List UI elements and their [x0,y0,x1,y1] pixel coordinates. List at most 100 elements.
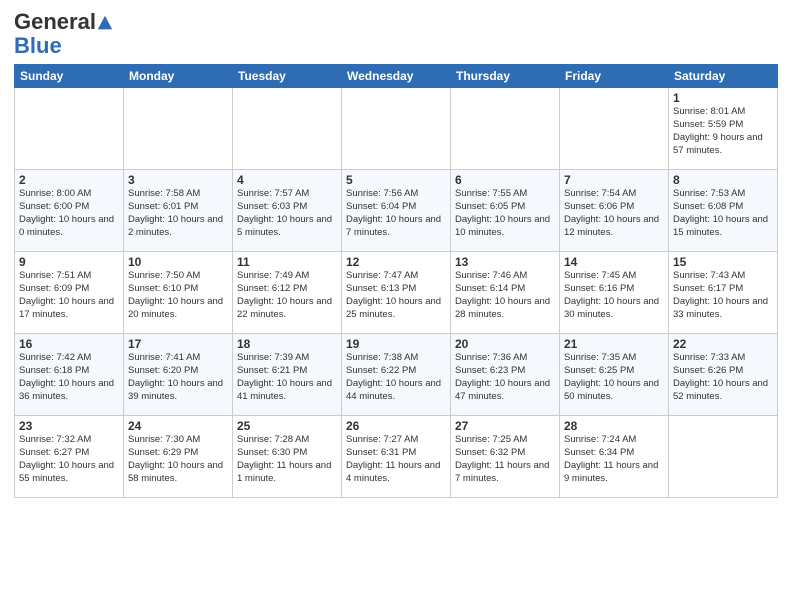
day-number: 11 [237,255,337,269]
calendar-cell [15,88,124,170]
calendar-cell [342,88,451,170]
day-info: Sunrise: 7:53 AM Sunset: 6:08 PM Dayligh… [673,188,773,239]
calendar-cell [124,88,233,170]
calendar-cell [669,416,778,498]
calendar-cell: 2Sunrise: 8:00 AM Sunset: 6:00 PM Daylig… [15,170,124,252]
day-info: Sunrise: 7:49 AM Sunset: 6:12 PM Dayligh… [237,270,337,321]
calendar-week-row: 16Sunrise: 7:42 AM Sunset: 6:18 PM Dayli… [15,334,778,416]
day-number: 8 [673,173,773,187]
day-number: 7 [564,173,664,187]
logo-general: General [14,9,96,34]
calendar-week-row: 2Sunrise: 8:00 AM Sunset: 6:00 PM Daylig… [15,170,778,252]
day-info: Sunrise: 7:45 AM Sunset: 6:16 PM Dayligh… [564,270,664,321]
day-info: Sunrise: 7:57 AM Sunset: 6:03 PM Dayligh… [237,188,337,239]
calendar-cell [233,88,342,170]
calendar: SundayMondayTuesdayWednesdayThursdayFrid… [14,64,778,498]
calendar-day-header: Tuesday [233,65,342,88]
day-number: 20 [455,337,555,351]
day-info: Sunrise: 7:46 AM Sunset: 6:14 PM Dayligh… [455,270,555,321]
calendar-cell: 11Sunrise: 7:49 AM Sunset: 6:12 PM Dayli… [233,252,342,334]
calendar-week-row: 23Sunrise: 7:32 AM Sunset: 6:27 PM Dayli… [15,416,778,498]
day-info: Sunrise: 8:01 AM Sunset: 5:59 PM Dayligh… [673,106,773,157]
day-info: Sunrise: 7:30 AM Sunset: 6:29 PM Dayligh… [128,434,228,485]
day-number: 3 [128,173,228,187]
day-number: 22 [673,337,773,351]
day-number: 12 [346,255,446,269]
day-info: Sunrise: 7:35 AM Sunset: 6:25 PM Dayligh… [564,352,664,403]
calendar-cell: 5Sunrise: 7:56 AM Sunset: 6:04 PM Daylig… [342,170,451,252]
calendar-cell: 8Sunrise: 7:53 AM Sunset: 6:08 PM Daylig… [669,170,778,252]
calendar-cell: 19Sunrise: 7:38 AM Sunset: 6:22 PM Dayli… [342,334,451,416]
day-number: 4 [237,173,337,187]
day-info: Sunrise: 7:51 AM Sunset: 6:09 PM Dayligh… [19,270,119,321]
day-info: Sunrise: 7:36 AM Sunset: 6:23 PM Dayligh… [455,352,555,403]
day-info: Sunrise: 7:42 AM Sunset: 6:18 PM Dayligh… [19,352,119,403]
calendar-cell: 17Sunrise: 7:41 AM Sunset: 6:20 PM Dayli… [124,334,233,416]
day-number: 27 [455,419,555,433]
calendar-cell: 10Sunrise: 7:50 AM Sunset: 6:10 PM Dayli… [124,252,233,334]
calendar-cell: 1Sunrise: 8:01 AM Sunset: 5:59 PM Daylig… [669,88,778,170]
day-number: 9 [19,255,119,269]
calendar-cell: 14Sunrise: 7:45 AM Sunset: 6:16 PM Dayli… [560,252,669,334]
calendar-cell: 4Sunrise: 7:57 AM Sunset: 6:03 PM Daylig… [233,170,342,252]
day-info: Sunrise: 7:58 AM Sunset: 6:01 PM Dayligh… [128,188,228,239]
day-info: Sunrise: 7:33 AM Sunset: 6:26 PM Dayligh… [673,352,773,403]
calendar-header-row: SundayMondayTuesdayWednesdayThursdayFrid… [15,65,778,88]
calendar-cell: 22Sunrise: 7:33 AM Sunset: 6:26 PM Dayli… [669,334,778,416]
calendar-cell: 16Sunrise: 7:42 AM Sunset: 6:18 PM Dayli… [15,334,124,416]
calendar-cell: 26Sunrise: 7:27 AM Sunset: 6:31 PM Dayli… [342,416,451,498]
day-number: 14 [564,255,664,269]
calendar-cell: 12Sunrise: 7:47 AM Sunset: 6:13 PM Dayli… [342,252,451,334]
day-info: Sunrise: 7:32 AM Sunset: 6:27 PM Dayligh… [19,434,119,485]
day-info: Sunrise: 8:00 AM Sunset: 6:00 PM Dayligh… [19,188,119,239]
calendar-week-row: 9Sunrise: 7:51 AM Sunset: 6:09 PM Daylig… [15,252,778,334]
day-number: 21 [564,337,664,351]
day-info: Sunrise: 7:56 AM Sunset: 6:04 PM Dayligh… [346,188,446,239]
day-number: 16 [19,337,119,351]
day-number: 5 [346,173,446,187]
logo-blue: Blue [14,33,62,58]
calendar-day-header: Thursday [451,65,560,88]
calendar-day-header: Wednesday [342,65,451,88]
header: GeneralBlue [14,10,778,58]
day-info: Sunrise: 7:54 AM Sunset: 6:06 PM Dayligh… [564,188,664,239]
calendar-cell: 20Sunrise: 7:36 AM Sunset: 6:23 PM Dayli… [451,334,560,416]
day-number: 19 [346,337,446,351]
calendar-cell [560,88,669,170]
logo: GeneralBlue [14,10,114,58]
day-number: 17 [128,337,228,351]
day-number: 28 [564,419,664,433]
day-info: Sunrise: 7:55 AM Sunset: 6:05 PM Dayligh… [455,188,555,239]
day-info: Sunrise: 7:41 AM Sunset: 6:20 PM Dayligh… [128,352,228,403]
day-info: Sunrise: 7:28 AM Sunset: 6:30 PM Dayligh… [237,434,337,485]
calendar-cell: 9Sunrise: 7:51 AM Sunset: 6:09 PM Daylig… [15,252,124,334]
calendar-cell: 23Sunrise: 7:32 AM Sunset: 6:27 PM Dayli… [15,416,124,498]
calendar-cell: 6Sunrise: 7:55 AM Sunset: 6:05 PM Daylig… [451,170,560,252]
day-info: Sunrise: 7:43 AM Sunset: 6:17 PM Dayligh… [673,270,773,321]
day-number: 2 [19,173,119,187]
calendar-cell: 25Sunrise: 7:28 AM Sunset: 6:30 PM Dayli… [233,416,342,498]
calendar-day-header: Sunday [15,65,124,88]
day-info: Sunrise: 7:24 AM Sunset: 6:34 PM Dayligh… [564,434,664,485]
day-info: Sunrise: 7:25 AM Sunset: 6:32 PM Dayligh… [455,434,555,485]
day-number: 26 [346,419,446,433]
calendar-cell: 28Sunrise: 7:24 AM Sunset: 6:34 PM Dayli… [560,416,669,498]
day-number: 15 [673,255,773,269]
day-number: 25 [237,419,337,433]
calendar-day-header: Friday [560,65,669,88]
day-number: 10 [128,255,228,269]
calendar-cell: 3Sunrise: 7:58 AM Sunset: 6:01 PM Daylig… [124,170,233,252]
day-info: Sunrise: 7:39 AM Sunset: 6:21 PM Dayligh… [237,352,337,403]
day-number: 6 [455,173,555,187]
calendar-cell [451,88,560,170]
calendar-cell: 13Sunrise: 7:46 AM Sunset: 6:14 PM Dayli… [451,252,560,334]
calendar-cell: 21Sunrise: 7:35 AM Sunset: 6:25 PM Dayli… [560,334,669,416]
calendar-day-header: Saturday [669,65,778,88]
calendar-week-row: 1Sunrise: 8:01 AM Sunset: 5:59 PM Daylig… [15,88,778,170]
day-info: Sunrise: 7:27 AM Sunset: 6:31 PM Dayligh… [346,434,446,485]
calendar-day-header: Monday [124,65,233,88]
calendar-cell: 18Sunrise: 7:39 AM Sunset: 6:21 PM Dayli… [233,334,342,416]
logo-text: GeneralBlue [14,9,114,58]
day-number: 1 [673,91,773,105]
page: GeneralBlue SundayMondayTuesdayWednesday… [0,0,792,612]
